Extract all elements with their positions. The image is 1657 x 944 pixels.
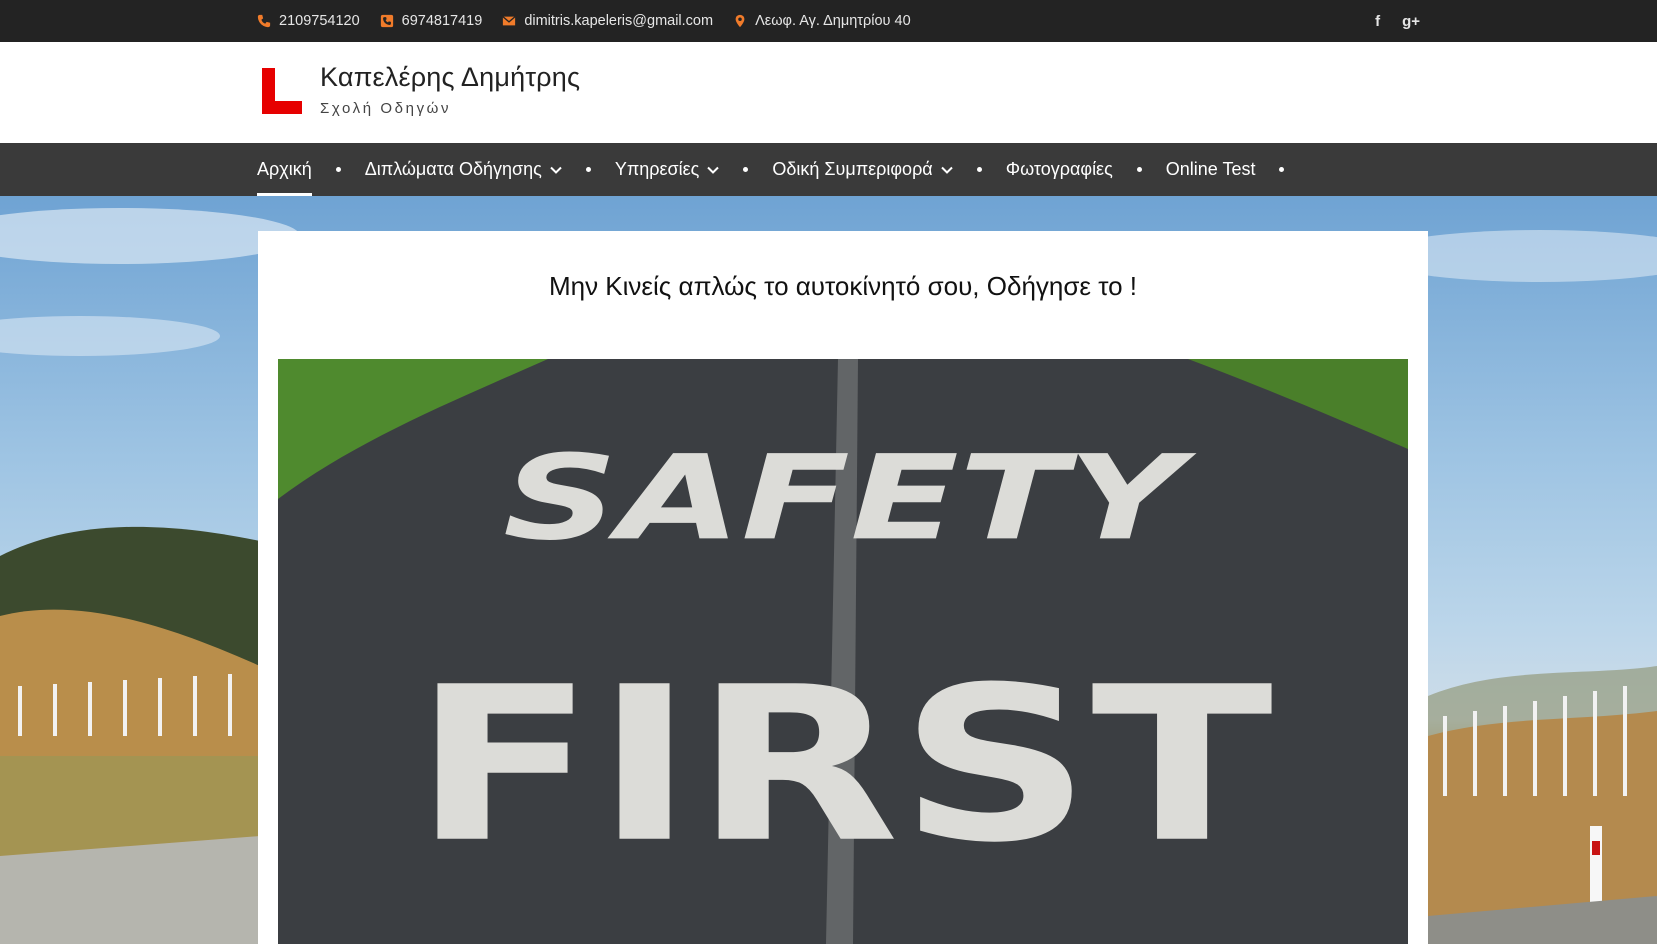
nav-separator: [335, 167, 341, 172]
content-card: Μην Κινείς απλώς το αυτοκίνητό σου, Οδήγ…: [258, 231, 1428, 944]
envelope-icon: [502, 16, 516, 26]
nav-separator: [1279, 167, 1285, 172]
google-plus-icon[interactable]: g+: [1402, 13, 1420, 30]
nav-menu: Αρχική Διπλώματα Οδήγησης Υπηρεσίες Οδικ…: [257, 143, 1308, 196]
site-header: Καπελέρης Δημήτρης Σχολή Οδηγών: [0, 42, 1657, 143]
email-item[interactable]: dimitris.kapeleris@gmail.com: [502, 13, 713, 29]
nav-label: Online Test: [1165, 159, 1256, 179]
nav-item-licenses[interactable]: Διπλώματα Οδήγησης: [365, 143, 562, 196]
mobile-item[interactable]: 6974817419: [380, 13, 483, 29]
address-item[interactable]: Λεωφ. Αγ. Δημητρίου 40: [733, 13, 911, 29]
chevron-down-icon: [550, 166, 562, 174]
nav-label: Υπηρεσίες: [614, 159, 700, 179]
map-marker-icon: [735, 14, 745, 28]
nav-separator: [976, 167, 982, 172]
phone-square-icon: [380, 14, 393, 28]
road-text-line1: SAFETY: [503, 430, 1197, 567]
safety-first-road-image: SAFETY FIRST: [278, 359, 1408, 944]
nav-item-services[interactable]: Υπηρεσίες: [615, 143, 720, 196]
nav-label: Αρχική: [257, 159, 312, 179]
nav-label: Φωτογραφίες: [1005, 159, 1113, 179]
social-links: f g+: [1353, 0, 1420, 42]
main-navigation: Αρχική Διπλώματα Οδήγησης Υπηρεσίες Οδικ…: [0, 143, 1657, 196]
nav-label: Διπλώματα Οδήγησης: [364, 159, 542, 179]
chevron-down-icon: [707, 166, 720, 174]
top-info-bar: 2109754120 6974817419 dimitris.kapeleris…: [0, 0, 1657, 42]
mobile-number: 6974817419: [401, 13, 483, 29]
facebook-icon[interactable]: f: [1375, 13, 1380, 30]
phone-icon: [257, 14, 271, 28]
street-address: Λεωφ. Αγ. Δημητρίου 40: [755, 13, 911, 29]
nav-item-home[interactable]: Αρχική: [257, 143, 312, 196]
page-headline: Μην Κινείς απλώς το αυτοκίνητό σου, Οδήγ…: [548, 271, 1138, 301]
logo-icon[interactable]: [262, 68, 302, 114]
nav-item-road-behavior[interactable]: Οδική Συμπεριφορά: [772, 143, 953, 196]
nav-label: Οδική Συμπεριφορά: [772, 159, 933, 179]
phone-item[interactable]: 2109754120: [257, 13, 360, 29]
road-text-line2: FIRST: [413, 641, 1273, 889]
nav-item-online-test[interactable]: Online Test: [1166, 143, 1256, 196]
chevron-down-icon: [941, 166, 953, 174]
nav-item-photos[interactable]: Φωτογραφίες: [1006, 143, 1113, 196]
featured-image[interactable]: SAFETY FIRST: [278, 359, 1408, 944]
site-title[interactable]: Καπελέρης Δημήτρης: [320, 62, 580, 93]
nav-separator: [585, 167, 591, 172]
phone-number: 2109754120: [279, 13, 360, 29]
contact-info: 2109754120 6974817419 dimitris.kapeleris…: [257, 0, 931, 42]
nav-separator: [743, 167, 749, 172]
email-address: dimitris.kapeleris@gmail.com: [524, 13, 714, 29]
site-tagline: Σχολή Οδηγών: [320, 100, 452, 117]
nav-separator: [1136, 167, 1142, 172]
